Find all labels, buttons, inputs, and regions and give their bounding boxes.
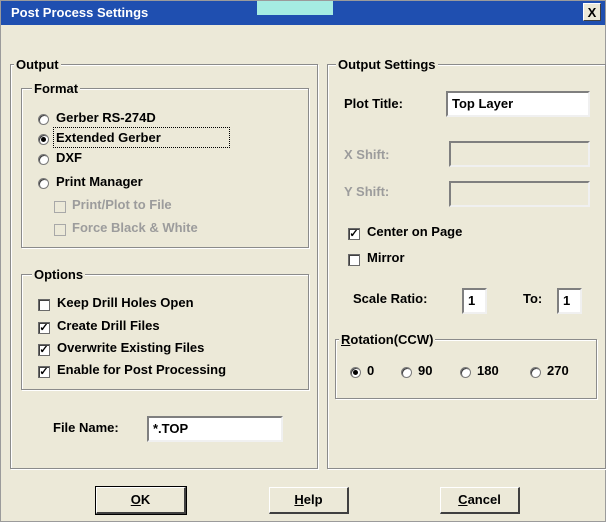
rotation-label-180: 180 [477, 363, 499, 378]
scale-ratio-label: Scale Ratio: [353, 291, 428, 306]
mirror-label: Mirror [367, 250, 405, 265]
y-shift-input[interactable] [449, 181, 590, 207]
rotation-label-270: 270 [547, 363, 569, 378]
title-bar-accent [257, 1, 333, 15]
scale-ratio-input[interactable]: 1 [462, 288, 487, 314]
ok-label-rest: K [140, 492, 151, 507]
print-plot-to-file-checkbox [54, 201, 66, 213]
rotation-radio-90[interactable] [401, 367, 412, 378]
output-settings-group [327, 64, 606, 469]
ok-hotkey: O [130, 492, 141, 507]
x-shift-input[interactable] [449, 141, 590, 167]
help-hotkey: H [294, 492, 304, 507]
print-plot-to-file-label: Print/Plot to File [72, 197, 172, 212]
create-drill-files-label: Create Drill Files [57, 318, 160, 333]
rotation-label-90: 90 [418, 363, 433, 378]
file-name-input[interactable]: *.TOP [147, 416, 283, 442]
force-black-white-label: Force Black & White [72, 220, 198, 235]
create-drill-files-checkbox[interactable]: ✓ [38, 322, 50, 334]
format-radio-print-manager[interactable] [38, 178, 49, 189]
overwrite-existing-files-label: Overwrite Existing Files [57, 340, 205, 355]
force-black-white-checkbox [54, 224, 66, 236]
format-radio-extended-gerber[interactable] [38, 134, 49, 145]
plot-title-input[interactable]: Top Layer [446, 91, 590, 117]
format-label-print-manager: Print Manager [56, 174, 143, 189]
help-button[interactable]: Help [269, 487, 349, 514]
post-process-settings-dialog: Post Process Settings X Output Format Ge… [0, 0, 606, 522]
options-legend: Options [32, 267, 86, 282]
keep-drill-holes-open-label: Keep Drill Holes Open [57, 295, 194, 310]
plot-title-label: Plot Title: [344, 96, 403, 111]
rotation-legend-text: otation(CCW) [350, 332, 434, 347]
format-label-dxf: DXF [56, 150, 82, 165]
center-on-page-label: Center on Page [367, 224, 463, 239]
rotation-radio-0[interactable] [350, 367, 361, 378]
scale-to-input[interactable]: 1 [557, 288, 582, 314]
cancel-button[interactable]: Cancel [440, 487, 520, 514]
format-radio-dxf[interactable] [38, 154, 49, 165]
rotation-legend: Rotation(CCW) [339, 332, 436, 347]
file-name-label: File Name: [53, 420, 119, 435]
mirror-checkbox[interactable] [348, 254, 360, 266]
keep-drill-holes-open-checkbox[interactable] [38, 299, 50, 311]
enable-post-processing-label: Enable for Post Processing [57, 362, 227, 377]
help-label-rest: elp [303, 492, 323, 507]
rotation-radio-180[interactable] [460, 367, 471, 378]
format-label-gerber-rs274d: Gerber RS-274D [56, 110, 156, 125]
format-radio-gerber-rs274d[interactable] [38, 114, 49, 125]
overwrite-existing-files-checkbox[interactable]: ✓ [38, 344, 50, 356]
focus-rectangle [53, 127, 230, 148]
rotation-radio-270[interactable] [530, 367, 541, 378]
format-legend: Format [32, 81, 81, 96]
rotation-legend-hotkey: R [341, 332, 351, 347]
cancel-hotkey: C [458, 492, 468, 507]
enable-post-processing-checkbox[interactable]: ✓ [38, 366, 50, 378]
center-on-page-checkbox[interactable]: ✓ [348, 228, 360, 240]
output-settings-legend: Output Settings [336, 57, 438, 72]
output-legend: Output [14, 57, 61, 72]
ok-button[interactable]: OK [95, 486, 187, 515]
close-icon[interactable]: X [583, 3, 601, 21]
cancel-label-rest: ancel [467, 492, 501, 507]
window-title: Post Process Settings [11, 5, 149, 20]
y-shift-label: Y Shift: [344, 184, 390, 199]
x-shift-label: X Shift: [344, 147, 390, 162]
rotation-label-0: 0 [367, 363, 375, 378]
scale-to-label: To: [523, 291, 543, 306]
